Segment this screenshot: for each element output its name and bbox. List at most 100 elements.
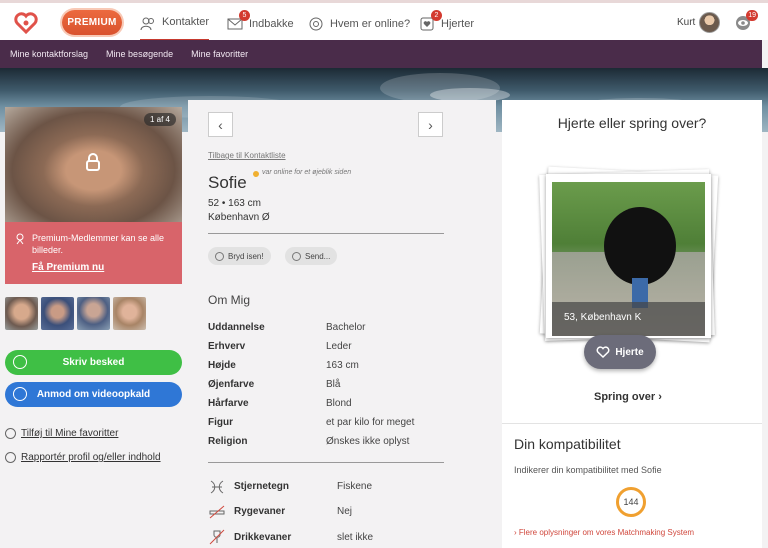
next-profile-button[interactable]: › [418, 112, 443, 137]
nav-kontakter[interactable]: Kontakter [140, 11, 210, 42]
skip-label: Spring over [594, 391, 656, 403]
online-icon [309, 17, 323, 31]
fact-label: Øjenfarve [208, 379, 255, 390]
fact-value: et par kilo for meget [326, 417, 415, 428]
nav-label: Hvem er online? [330, 18, 411, 30]
send-label: Send... [305, 251, 331, 261]
nav-online[interactable]: Hvem er online? [308, 11, 410, 37]
nav-hjerter[interactable]: 2 Hjerter [419, 10, 475, 37]
back-to-contacts-link[interactable]: Tilbage til Kontaktliste [208, 151, 286, 160]
online-status-dot [253, 171, 259, 177]
get-premium-link[interactable]: Få Premium nu [32, 262, 104, 273]
report-label: Rapportér profil og/eller indhold [21, 452, 161, 463]
video-icon [13, 387, 27, 401]
heart-button[interactable]: Hjerte [584, 335, 656, 369]
photo-counter: 1 af 4 [143, 113, 176, 126]
about-title: Om Mig [208, 293, 250, 307]
trait-label: Drikkevaner [234, 532, 292, 543]
fact-label: Religion [208, 436, 248, 447]
send-button[interactable]: Send... [285, 247, 338, 265]
contacts-icon [140, 17, 154, 31]
divider [208, 233, 444, 234]
write-message-button[interactable]: Skriv besked [5, 350, 182, 375]
top-bar: PREMIUM Kontakter 5 Indbakke Hvem er onl… [0, 0, 768, 42]
no-smoking-icon [209, 505, 225, 519]
fact-value: Blå [326, 379, 341, 390]
heart-or-skip-title: Hjerte eller spring over? [557, 115, 707, 131]
smiley-icon [292, 251, 301, 261]
fact-label: Hårfarve [208, 398, 249, 409]
suggestion-photo-stack[interactable]: 53, København K [539, 166, 719, 343]
compatibility-score: 144 [616, 487, 646, 517]
location: København Ø [208, 212, 270, 223]
suggestion-photo: 53, København K [546, 174, 711, 338]
chevron-right-icon: › [658, 391, 662, 403]
compatibility-subtitle: Indikerer din kompatibilitet med Sofie [514, 465, 662, 475]
profile-photo[interactable]: 1 af 4 [5, 107, 182, 222]
skip-link[interactable]: Spring over › [594, 391, 662, 403]
chevron-right-icon: › [428, 116, 433, 133]
matchmaking-info-label: Flere oplysninger om vores Matchmaking S… [518, 528, 695, 537]
add-favorite-link[interactable]: Tilføj til Mine favoritter [5, 428, 118, 439]
sub-navigation: Mine kontaktforslag Mine besøgende Mine … [0, 40, 762, 68]
fact-label: Figur [208, 417, 233, 428]
subnav-favoritter[interactable]: Mine favoritter [191, 49, 248, 59]
profile-views-button[interactable]: 19 [735, 10, 758, 30]
fact-value: Ønskes ikke oplyst [326, 436, 410, 447]
trait-value: Fiskene [337, 481, 373, 492]
nav-label: Indbakke [249, 18, 294, 30]
compatibility-title: Din kompatibilitet [514, 436, 621, 452]
no-drinking-icon [209, 529, 225, 545]
heart-icon [596, 346, 610, 358]
mail-icon: 5 [227, 10, 250, 32]
thumbnail[interactable] [5, 297, 38, 330]
chevron-left-icon: ‹ [218, 116, 223, 133]
previous-profile-button[interactable]: ‹ [208, 112, 233, 137]
thumbnail[interactable] [113, 297, 146, 330]
views-badge: 19 [746, 10, 758, 21]
thumbnail[interactable] [77, 297, 110, 330]
report-link[interactable]: Rapportér profil og/eller indhold [5, 452, 161, 463]
user-name[interactable]: Kurt [677, 17, 695, 28]
avatar[interactable] [699, 12, 720, 33]
fact-label: Højde [208, 360, 236, 371]
video-call-button[interactable]: Anmod om videoopkald [5, 382, 182, 407]
age-height: 52 • 163 cm [208, 198, 261, 209]
pencil-icon [13, 355, 27, 369]
premium-icon [16, 233, 24, 245]
star-icon [5, 428, 16, 439]
premium-text: Premium-Medlemmer kan se alle billeder. [32, 233, 165, 255]
online-status-text: var online for et øjeblik siden [262, 169, 352, 176]
fact-value: Bachelor [326, 322, 366, 333]
hearts-icon: 2 [419, 10, 442, 32]
flag-icon [5, 452, 16, 463]
subnav-kontaktforslag[interactable]: Mine kontaktforslag [10, 49, 88, 59]
divider [208, 462, 444, 463]
trait-value: slet ikke [337, 532, 374, 543]
lock-icon [86, 153, 100, 171]
nav-label: Hjerter [441, 18, 475, 30]
logo-icon[interactable] [14, 12, 38, 34]
fact-value: Leder [326, 341, 352, 352]
hearts-badge: 2 [431, 10, 442, 21]
subnav-besogende[interactable]: Mine besøgende [106, 49, 173, 59]
trait-value: Nej [337, 506, 353, 517]
trait-label: Stjernetegn [234, 481, 290, 492]
profile-name: Sofie [208, 173, 247, 192]
fact-label: Erhverv [208, 341, 246, 352]
matchmaking-info-link[interactable]: › Flere oplysninger om vores Matchmaking… [514, 528, 694, 537]
video-call-label: Anmod om videoopkald [36, 389, 151, 400]
nav-label: Kontakter [162, 16, 210, 28]
heart-label: Hjerte [615, 346, 644, 358]
inbox-badge: 5 [239, 10, 250, 21]
write-message-label: Skriv besked [62, 357, 125, 368]
premium-button[interactable]: PREMIUM [62, 10, 122, 35]
premium-upsell: Premium-Medlemmer kan se alle billeder. … [5, 222, 182, 284]
snowflake-icon [215, 251, 224, 261]
nav-indbakke[interactable]: 5 Indbakke [227, 10, 294, 37]
thumbnail[interactable] [41, 297, 74, 330]
trait-label: Rygevaner [234, 506, 286, 517]
fact-value: Blond [326, 398, 352, 409]
break-ice-button[interactable]: Bryd isen! [208, 247, 271, 265]
suggestion-image: 53, København K [552, 182, 705, 336]
